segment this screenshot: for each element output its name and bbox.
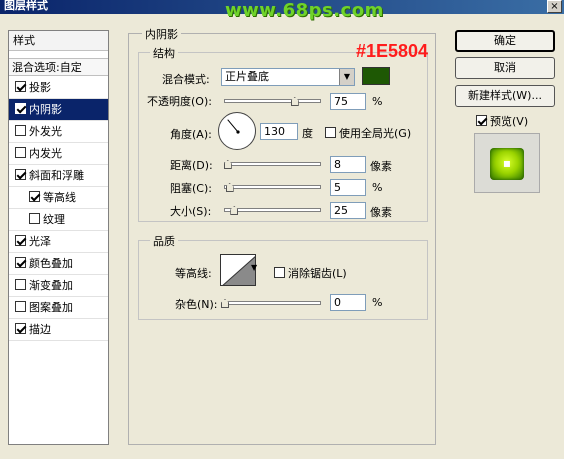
chevron-down-icon: ▼	[339, 69, 354, 85]
style-item[interactable]: 投影	[9, 77, 108, 99]
style-item-label: 图案叠加	[29, 301, 73, 314]
style-item-label: 内阴影	[29, 103, 62, 116]
style-item-label: 光泽	[29, 235, 51, 248]
style-item-checkbox[interactable]	[15, 147, 26, 158]
preview-checkbox[interactable]	[476, 115, 487, 126]
window-title: 图层样式	[4, 0, 48, 12]
choke-label: 阻塞(C):	[170, 182, 212, 195]
shadow-color-swatch[interactable]	[362, 67, 390, 85]
contour-chevron-down-icon[interactable]: ▼	[251, 263, 257, 272]
style-item-label: 纹理	[43, 213, 65, 226]
style-item[interactable]: 斜面和浮雕	[9, 165, 108, 187]
color-annotation: #1E5804	[356, 41, 429, 61]
style-item-checkbox[interactable]	[15, 257, 26, 268]
style-item-checkbox[interactable]	[15, 235, 26, 246]
style-item-label: 投影	[29, 81, 51, 94]
contour-label: 等高线:	[175, 267, 212, 280]
style-item-label: 内发光	[29, 147, 62, 160]
close-button[interactable]: ×	[547, 0, 562, 13]
choke-unit: %	[372, 181, 383, 194]
distance-input[interactable]: 8	[330, 156, 366, 173]
opacity-unit: %	[372, 95, 383, 108]
anti-alias-label: 消除锯齿(L)	[288, 267, 347, 280]
noise-unit: %	[372, 296, 383, 309]
preview-glyph-icon: ▪	[502, 156, 512, 170]
new-style-button[interactable]: 新建样式(W)...	[455, 85, 555, 107]
global-light-toggle[interactable]: 使用全局光(G)	[325, 125, 411, 141]
noise-label: 杂色(N):	[175, 298, 218, 311]
style-item[interactable]: 描边	[9, 319, 108, 341]
style-item-label: 颜色叠加	[29, 257, 73, 270]
blend-mode-value: 正片叠底	[225, 70, 269, 83]
distance-unit: 像素	[370, 160, 392, 173]
preview-label: 预览(V)	[490, 115, 529, 128]
style-item[interactable]: 图案叠加	[9, 297, 108, 319]
angle-label: 角度(A):	[170, 128, 212, 141]
size-slider-track[interactable]	[224, 208, 321, 212]
noise-input[interactable]: 0	[330, 294, 366, 311]
global-light-label: 使用全局光(G)	[339, 127, 412, 140]
style-item-checkbox[interactable]	[15, 323, 26, 334]
style-item[interactable]: 纹理	[9, 209, 108, 231]
style-item-label: 斜面和浮雕	[29, 169, 84, 182]
anti-alias-toggle[interactable]: 消除锯齿(L)	[274, 265, 347, 281]
noise-slider-track[interactable]	[224, 301, 321, 305]
angle-input[interactable]: 130	[260, 123, 298, 140]
style-item-checkbox[interactable]	[15, 103, 26, 114]
style-item-checkbox[interactable]	[29, 213, 40, 224]
blend-options-item[interactable]: 混合选项:自定	[9, 58, 108, 76]
global-light-checkbox[interactable]	[325, 127, 336, 138]
blend-mode-label: 混合模式:	[162, 73, 210, 86]
style-item-checkbox[interactable]	[15, 279, 26, 290]
angle-dial-needle	[227, 119, 240, 134]
style-item[interactable]: 外发光	[9, 121, 108, 143]
style-item[interactable]: 渐变叠加	[9, 275, 108, 297]
style-item[interactable]: 颜色叠加	[9, 253, 108, 275]
preview-toggle[interactable]: 预览(V)	[476, 113, 528, 129]
style-item-label: 描边	[29, 323, 51, 336]
quality-title: 品质	[150, 233, 178, 249]
style-item[interactable]: 光泽	[9, 231, 108, 253]
structure-title: 结构	[150, 45, 178, 61]
style-item-label: 等高线	[43, 191, 76, 204]
watermark: www.68ps.com	[225, 0, 384, 21]
opacity-input[interactable]: 75	[330, 93, 366, 110]
blend-mode-select[interactable]: 正片叠底 ▼	[221, 68, 355, 86]
style-item-checkbox[interactable]	[15, 81, 26, 92]
style-item-label: 外发光	[29, 125, 62, 138]
style-item-checkbox[interactable]	[29, 191, 40, 202]
style-item[interactable]: 内发光	[9, 143, 108, 165]
angle-dial[interactable]	[218, 112, 256, 150]
distance-label: 距离(D):	[170, 159, 213, 172]
styles-header[interactable]: 样式	[9, 31, 108, 51]
choke-slider-track[interactable]	[224, 185, 321, 189]
style-item[interactable]: 等高线	[9, 187, 108, 209]
style-item[interactable]: 内阴影	[9, 99, 108, 121]
style-item-checkbox[interactable]	[15, 169, 26, 180]
choke-input[interactable]: 5	[330, 179, 366, 196]
style-item-label: 渐变叠加	[29, 279, 73, 292]
anti-alias-checkbox[interactable]	[274, 267, 285, 278]
style-item-checkbox[interactable]	[15, 301, 26, 312]
size-unit: 像素	[370, 206, 392, 219]
styles-list: 样式 混合选项:自定 投影内阴影外发光内发光斜面和浮雕等高线纹理光泽颜色叠加渐变…	[8, 30, 109, 445]
distance-slider-track[interactable]	[224, 162, 321, 166]
style-item-checkbox[interactable]	[15, 125, 26, 136]
size-label: 大小(S):	[170, 205, 212, 218]
opacity-slider-track[interactable]	[224, 99, 321, 103]
inner-shadow-title: 内阴影	[142, 26, 181, 42]
opacity-label: 不透明度(O):	[147, 95, 212, 108]
angle-unit: 度	[302, 127, 313, 140]
ok-button[interactable]: 确定	[455, 30, 555, 52]
cancel-button[interactable]: 取消	[455, 57, 555, 79]
size-input[interactable]: 25	[330, 202, 366, 219]
